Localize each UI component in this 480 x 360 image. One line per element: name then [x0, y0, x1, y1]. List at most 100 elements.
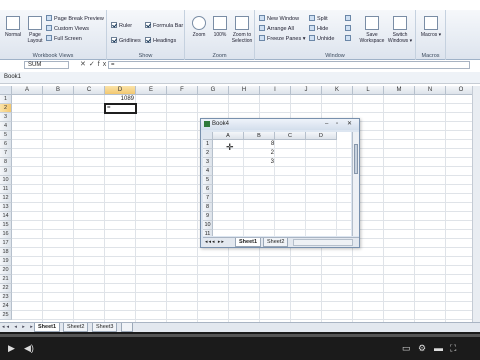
book4-column-header-c[interactable]: C — [275, 132, 306, 140]
name-box[interactable]: SUM — [24, 61, 69, 69]
row-header-13[interactable]: 13 — [0, 203, 12, 212]
row-header-9[interactable]: 9 — [0, 167, 12, 176]
video-progress-bar[interactable] — [0, 334, 480, 337]
book4-column-header-a[interactable]: A — [213, 132, 244, 140]
row-header-7[interactable]: 7 — [0, 149, 12, 158]
normal-view-button[interactable]: Normal — [2, 16, 24, 38]
row-header-3[interactable]: 3 — [0, 113, 12, 122]
formula-bar-checkbox[interactable]: Formula Bar — [145, 21, 183, 31]
row-header-14[interactable]: 14 — [0, 212, 12, 221]
book4-cell-c2[interactable]: 2 — [244, 149, 275, 158]
book4-cell-b1[interactable]: 8 — [244, 140, 275, 149]
book4-horizontal-scrollbar[interactable] — [293, 239, 353, 246]
vertical-scrollbar[interactable] — [472, 86, 480, 322]
hide-button[interactable]: Hide — [309, 24, 328, 34]
row-header-6[interactable]: 6 — [0, 140, 12, 149]
book4-sheet-tab-1[interactable]: Sheet1 — [235, 238, 262, 247]
row-header-10[interactable]: 10 — [0, 176, 12, 185]
column-header-h[interactable]: H — [229, 86, 260, 95]
enter-icon[interactable]: ✓ — [89, 61, 98, 68]
book4-vertical-scrollbar[interactable] — [352, 132, 359, 236]
row-header-21[interactable]: 21 — [0, 275, 12, 284]
full-screen-button[interactable]: Full Screen — [46, 34, 82, 44]
reset-position-button[interactable] — [345, 34, 353, 44]
freeze-panes-button[interactable]: Freeze Panes ▾ — [259, 34, 306, 44]
theater-icon[interactable]: ▬ — [434, 343, 443, 353]
book4-window[interactable]: Book4 – ▫ ✕ 8 2 3 A B C D 1 2 3 4 5 6 7 8 9 10 11 ◂◂◂ … — [200, 118, 360, 248]
split-button[interactable]: Split — [309, 14, 328, 24]
cancel-icon[interactable]: ✕ — [80, 61, 89, 68]
macros-button[interactable]: Macros ▾ — [420, 16, 442, 38]
ruler-checkbox[interactable]: Ruler — [111, 21, 132, 31]
row-header-5[interactable]: 5 — [0, 131, 12, 140]
new-window-button[interactable]: New Window — [259, 14, 299, 24]
book4-sheet-tab-2[interactable]: Sheet2 — [263, 238, 289, 247]
custom-views-button[interactable]: Custom Views — [46, 24, 89, 34]
row-header-4[interactable]: 4 — [0, 122, 12, 131]
book4-select-all[interactable] — [203, 132, 213, 140]
zoom-to-selection-button[interactable]: Zoom to Selection — [229, 16, 255, 44]
book4-scroll-thumb[interactable] — [354, 144, 358, 174]
book4-cell-c3[interactable]: 3 — [244, 158, 275, 167]
row-header-22[interactable]: 22 — [0, 284, 12, 293]
settings-icon[interactable]: ⚙ — [418, 343, 426, 353]
row-header-2[interactable]: 2 — [0, 104, 12, 113]
row-header-18[interactable]: 18 — [0, 248, 12, 257]
book4-title-bar[interactable]: Book4 – ▫ ✕ — [201, 119, 359, 130]
view-side-by-side-button[interactable] — [345, 14, 353, 24]
captions-icon[interactable]: ▭ — [402, 343, 411, 353]
book4-row-header-6[interactable]: 6 — [203, 185, 213, 194]
column-header-f[interactable]: F — [167, 86, 198, 95]
column-header-m[interactable]: M — [384, 86, 415, 95]
book4-row-header-4[interactable]: 4 — [203, 167, 213, 176]
fullscreen-icon[interactable]: ⛶ — [450, 343, 456, 353]
column-header-b[interactable]: B — [43, 86, 74, 95]
zoom-button[interactable]: Zoom — [188, 16, 210, 38]
book4-row-header-10[interactable]: 10 — [203, 221, 213, 230]
book4-row-header-3[interactable]: 3 — [203, 158, 213, 167]
book4-row-header-5[interactable]: 5 — [203, 176, 213, 185]
insert-sheet-tab[interactable] — [121, 323, 133, 332]
select-all-corner[interactable] — [0, 86, 12, 95]
formula-input[interactable]: = — [108, 61, 470, 69]
book4-row-header-2[interactable]: 2 — [203, 149, 213, 158]
sheet-tab-2[interactable]: Sheet2 — [63, 323, 89, 332]
column-header-a[interactable]: A — [12, 86, 43, 95]
book4-tab-nav[interactable]: ◂◂◂ ▸▸ — [205, 239, 225, 245]
book4-row-header-1[interactable]: 1 — [203, 140, 213, 149]
switch-windows-button[interactable]: Switch Windows ▾ — [386, 16, 414, 44]
book4-column-header-d[interactable]: D — [306, 132, 337, 140]
sync-scroll-button[interactable] — [345, 24, 353, 34]
column-header-i[interactable]: I — [260, 86, 291, 95]
gridlines-checkbox[interactable]: Gridlines — [111, 36, 141, 46]
minimize-icon[interactable]: – — [325, 120, 328, 129]
column-header-l[interactable]: L — [353, 86, 384, 95]
book4-column-header-b[interactable]: B — [244, 132, 275, 140]
sheet-tab-1[interactable]: Sheet1 — [34, 323, 61, 332]
row-header-17[interactable]: 17 — [0, 239, 12, 248]
headings-checkbox[interactable]: Headings — [145, 36, 176, 46]
book4-row-header-11[interactable]: 11 — [203, 230, 213, 236]
book4-row-header-7[interactable]: 7 — [203, 194, 213, 203]
sheet-tab-3[interactable]: Sheet3 — [92, 323, 118, 332]
save-workspace-button[interactable]: Save Workspace — [359, 16, 385, 44]
book4-row-header-9[interactable]: 9 — [203, 212, 213, 221]
row-header-15[interactable]: 15 — [0, 221, 12, 230]
row-header-23[interactable]: 23 — [0, 293, 12, 302]
column-header-n[interactable]: N — [415, 86, 446, 95]
column-header-d[interactable]: D — [105, 86, 136, 95]
unhide-button[interactable]: Unhide — [309, 34, 334, 44]
column-header-j[interactable]: J — [291, 86, 322, 95]
row-header-25[interactable]: 25 — [0, 311, 12, 320]
close-icon[interactable]: ✕ — [347, 120, 352, 129]
row-header-1[interactable]: 1 — [0, 95, 12, 104]
page-layout-button[interactable]: Page Layout — [24, 16, 46, 44]
row-header-12[interactable]: 12 — [0, 194, 12, 203]
row-header-8[interactable]: 8 — [0, 158, 12, 167]
row-header-16[interactable]: 16 — [0, 230, 12, 239]
row-header-20[interactable]: 20 — [0, 266, 12, 275]
zoom-100-button[interactable]: 100% — [209, 16, 231, 38]
row-header-19[interactable]: 19 — [0, 257, 12, 266]
column-header-c[interactable]: C — [74, 86, 105, 95]
column-header-k[interactable]: K — [322, 86, 353, 95]
